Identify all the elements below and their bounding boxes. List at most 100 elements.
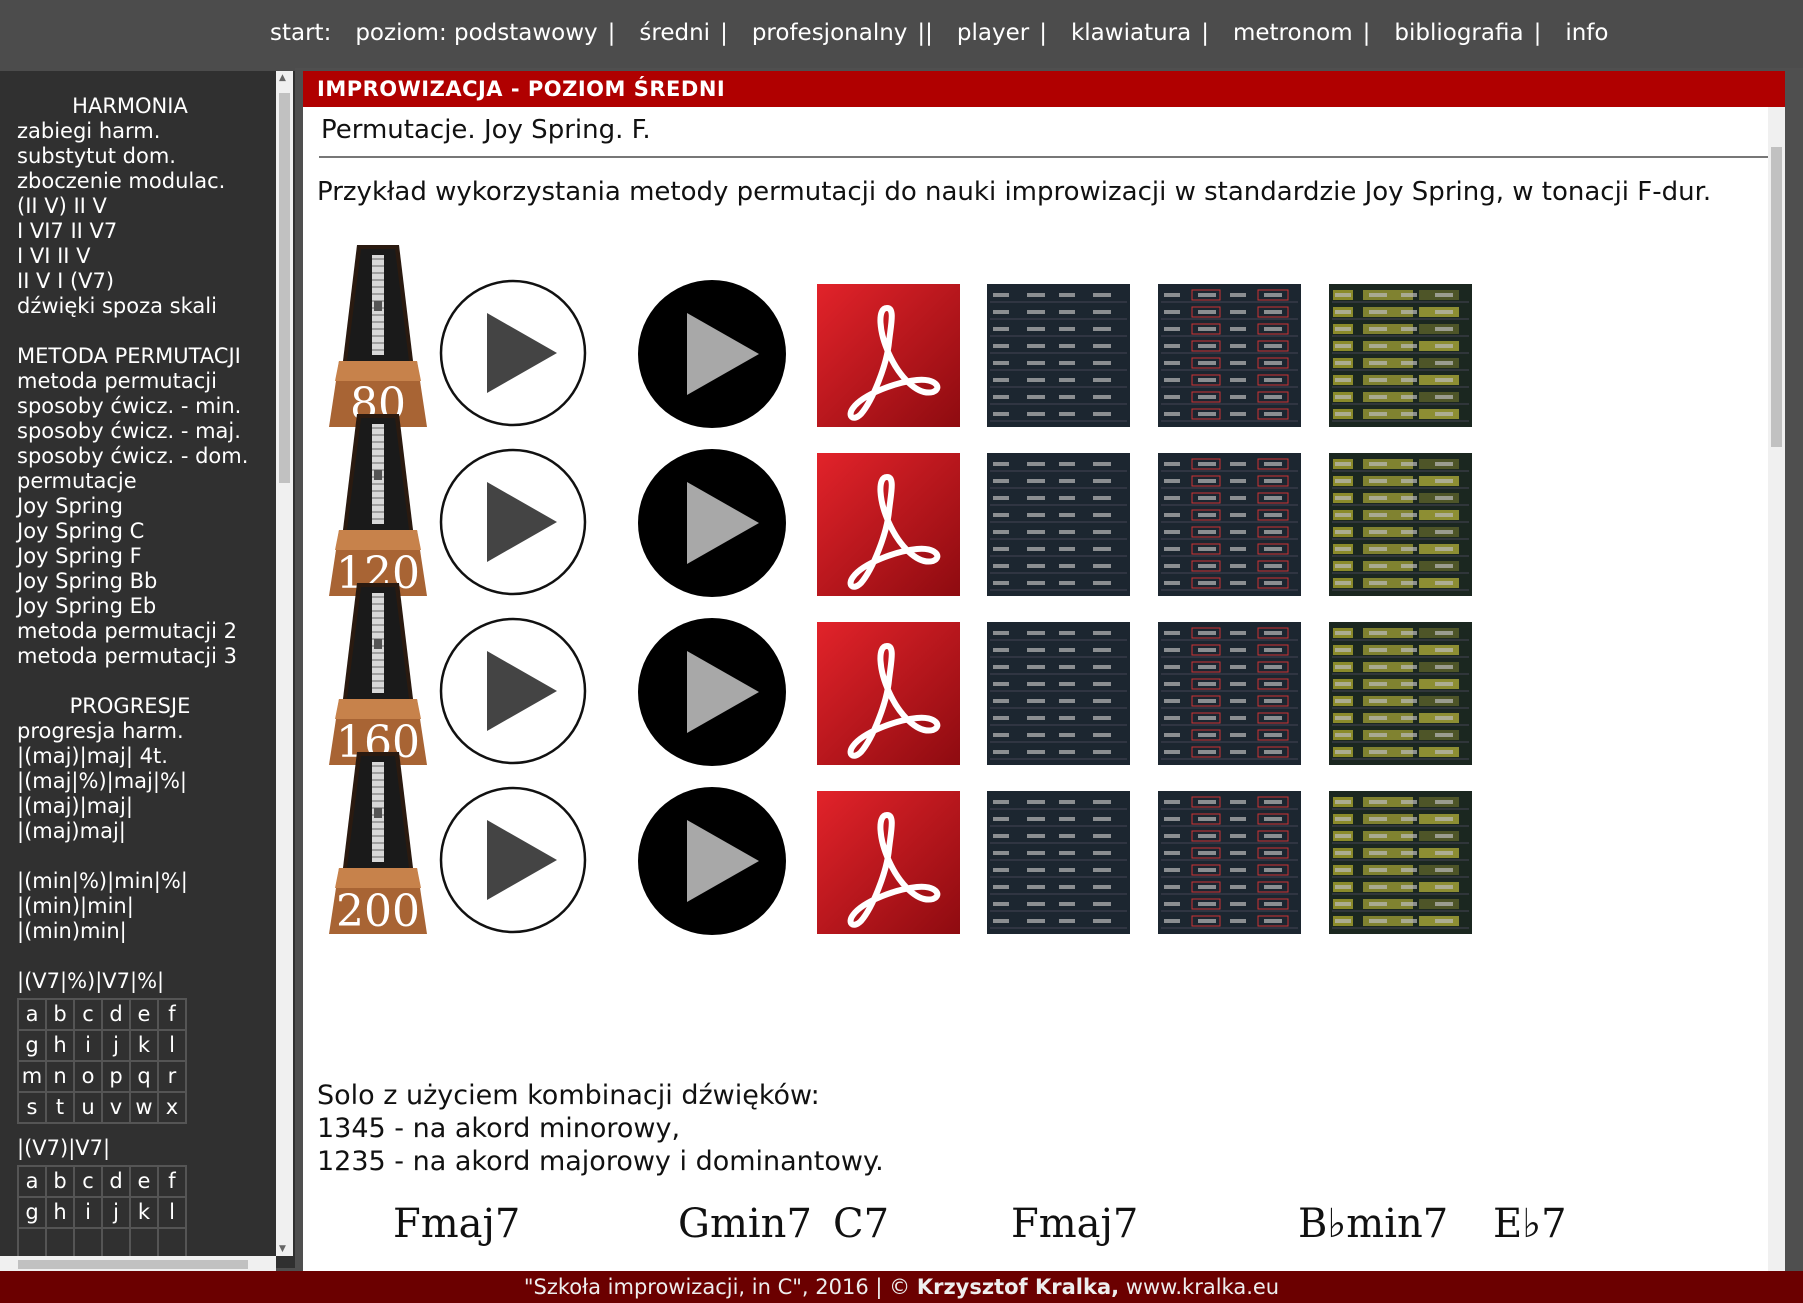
sidebar-link[interactable]: Joy Spring C [17, 519, 276, 544]
sidebar-hscroll-thumb[interactable] [18, 1260, 248, 1269]
sidebar-link[interactable]: Joy Spring [17, 494, 276, 519]
letter-cell[interactable]: f [157, 998, 187, 1031]
pdf-icon[interactable] [817, 453, 960, 596]
sidebar-link[interactable]: sposoby ćwicz. - dom. [17, 444, 276, 469]
score-thumbnail-icon[interactable] [1329, 622, 1472, 765]
letter-cell[interactable]: e [129, 1165, 159, 1198]
score-thumbnail-icon[interactable] [1329, 791, 1472, 934]
letter-cell[interactable]: g [17, 1196, 47, 1229]
sidebar-link[interactable]: zboczenie modulac. [17, 169, 276, 194]
nav-item-label[interactable]: bibliografia [1394, 20, 1523, 46]
footer-site[interactable]: www.kralka.eu [1119, 1275, 1279, 1299]
main-scroll-thumb[interactable] [1771, 147, 1782, 447]
letter-cell[interactable]: l [157, 1029, 187, 1062]
nav-item[interactable]: bibliografia | [1394, 20, 1541, 46]
sidebar-link[interactable]: Joy Spring F [17, 544, 276, 569]
sidebar-vertical-scrollbar[interactable]: ▲ ▼ [276, 71, 293, 1256]
nav-item-label[interactable]: info [1565, 20, 1608, 46]
sidebar-link[interactable]: |(min)min| [17, 919, 276, 944]
letter-cell[interactable] [129, 1227, 159, 1260]
pdf-icon[interactable] [817, 791, 960, 934]
letter-cell[interactable]: h [45, 1029, 75, 1062]
letter-cell[interactable]: c [73, 998, 103, 1031]
sidebar-link[interactable]: permutacje [17, 469, 276, 494]
play-light-icon[interactable] [439, 448, 587, 596]
letter-cell[interactable]: q [129, 1060, 159, 1093]
letter-cell[interactable]: w [129, 1091, 159, 1124]
letter-cell[interactable] [157, 1227, 187, 1260]
sidebar-link[interactable]: sposoby ćwicz. - min. [17, 394, 276, 419]
pdf-icon[interactable] [817, 622, 960, 765]
letter-cell[interactable]: d [101, 1165, 131, 1198]
letter-cell[interactable]: o [73, 1060, 103, 1093]
metronome-icon[interactable]: 200 [317, 748, 439, 937]
nav-item-label[interactable]: profesjonalny [752, 20, 908, 46]
sidebar-link[interactable]: |(maj)|maj| 4t. [17, 744, 276, 769]
letter-cell[interactable]: x [157, 1091, 187, 1124]
scroll-up-icon[interactable]: ▲ [279, 73, 286, 83]
metronome-icon[interactable]: 80 [317, 241, 439, 430]
letter-cell[interactable]: r [157, 1060, 187, 1093]
letter-cell[interactable] [101, 1227, 131, 1260]
play-dark-icon[interactable] [637, 448, 787, 598]
nav-item-label[interactable]: player [957, 20, 1029, 46]
score-thumbnail-icon[interactable] [1158, 791, 1301, 934]
sidebar-link[interactable]: metoda permutacji [17, 369, 276, 394]
sidebar-link[interactable]: II V I (V7) [17, 269, 276, 294]
nav-item[interactable]: info [1565, 20, 1608, 46]
sidebar-link[interactable]: |(min)|min| [17, 894, 276, 919]
sidebar-link[interactable]: |(min|%)|min|%| [17, 869, 276, 894]
letter-cell[interactable]: i [73, 1029, 103, 1062]
metronome-icon[interactable]: 160 [317, 579, 439, 768]
score-thumbnail-icon[interactable] [1329, 284, 1472, 427]
sidebar-link[interactable]: (II V) II V [17, 194, 276, 219]
letter-cell[interactable] [73, 1227, 103, 1260]
play-light-icon[interactable] [439, 279, 587, 427]
letter-cell[interactable]: n [45, 1060, 75, 1093]
pdf-icon[interactable] [817, 284, 960, 427]
nav-item-label[interactable]: metronom [1233, 20, 1353, 46]
nav-item[interactable]: średni | [639, 20, 727, 46]
play-dark-icon[interactable] [637, 279, 787, 429]
letter-cell[interactable]: g [17, 1029, 47, 1062]
letter-cell[interactable] [17, 1227, 47, 1260]
sidebar-link[interactable]: |(maj|%)|maj|%| [17, 769, 276, 794]
nav-item-label[interactable]: klawiatura [1071, 20, 1191, 46]
score-thumbnail-icon[interactable] [1158, 284, 1301, 427]
letter-cell[interactable]: s [17, 1091, 47, 1124]
score-thumbnail-icon[interactable] [987, 622, 1130, 765]
letter-cell[interactable]: c [73, 1165, 103, 1198]
sidebar-link[interactable]: sposoby ćwicz. - maj. [17, 419, 276, 444]
letter-cell[interactable]: k [129, 1196, 159, 1229]
sidebar-link[interactable]: |(maj)maj| [17, 819, 276, 844]
letter-cell[interactable]: i [73, 1196, 103, 1229]
main-vertical-scrollbar[interactable] [1768, 107, 1785, 1271]
letter-cell[interactable]: t [45, 1091, 75, 1124]
nav-item[interactable]: poziom: podstawowy | [355, 20, 615, 46]
sidebar-link[interactable]: metoda permutacji 2 [17, 619, 276, 644]
nav-item[interactable]: profesjonalny || [752, 20, 933, 46]
letter-cell[interactable]: m [17, 1060, 47, 1093]
metronome-icon[interactable]: 120 [317, 410, 439, 599]
letter-cell[interactable]: d [101, 998, 131, 1031]
nav-item[interactable]: klawiatura | [1071, 20, 1209, 46]
letter-cell[interactable]: e [129, 998, 159, 1031]
sidebar-link[interactable]: dźwięki spoza skali [17, 294, 276, 319]
letter-cell[interactable]: a [17, 998, 47, 1031]
letter-cell[interactable]: v [101, 1091, 131, 1124]
nav-item[interactable]: metronom | [1233, 20, 1370, 46]
letter-cell[interactable]: p [101, 1060, 131, 1093]
play-dark-icon[interactable] [637, 617, 787, 767]
sidebar-link[interactable]: Joy Spring Eb [17, 594, 276, 619]
score-thumbnail-icon[interactable] [1329, 453, 1472, 596]
letter-cell[interactable]: b [45, 998, 75, 1031]
nav-item-label[interactable]: średni [639, 20, 710, 46]
letter-cell[interactable] [45, 1227, 75, 1260]
sidebar-link[interactable]: I VI7 II V7 [17, 219, 276, 244]
sidebar-scroll-thumb[interactable] [279, 93, 290, 483]
letter-cell[interactable]: j [101, 1029, 131, 1062]
score-thumbnail-icon[interactable] [987, 284, 1130, 427]
play-light-icon[interactable] [439, 617, 587, 765]
letter-cell[interactable]: l [157, 1196, 187, 1229]
sidebar-link[interactable]: Joy Spring Bb [17, 569, 276, 594]
